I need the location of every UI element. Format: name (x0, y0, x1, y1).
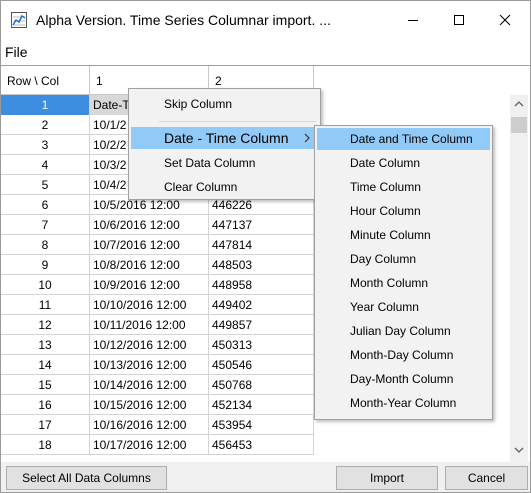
row-number-cell[interactable]: 18 (1, 435, 90, 455)
submenu-item[interactable]: Date Column (317, 152, 490, 174)
row-number-cell[interactable]: 4 (1, 155, 90, 175)
menu-item-set-data-column[interactable]: Set Data Column (131, 152, 318, 174)
maximize-icon (454, 15, 464, 25)
col-1-cell[interactable]: 10/14/2016 12:00 (90, 375, 209, 395)
row-number-cell[interactable]: 10 (1, 275, 90, 295)
submenu-item[interactable]: Hour Column (317, 200, 490, 222)
col-2-cell[interactable]: 449402 (209, 295, 314, 315)
table-row[interactable]: 10 10/9/2016 12:00 448958 (1, 275, 314, 295)
row-number-cell[interactable]: 1 (1, 95, 90, 115)
col-1-cell[interactable]: 10/8/2016 12:00 (90, 255, 209, 275)
submenu-item[interactable]: Day Column (317, 248, 490, 270)
col-2-cell[interactable]: 447137 (209, 215, 314, 235)
table-row[interactable]: 15 10/14/2016 12:00 450768 (1, 375, 314, 395)
col-1-cell[interactable]: 10/10/2016 12:00 (90, 295, 209, 315)
button-bar: Select All Data Columns Import Cancel (1, 462, 530, 492)
col-1-cell[interactable]: 10/7/2016 12:00 (90, 235, 209, 255)
close-icon (499, 14, 511, 26)
menu-item-date-time-column[interactable]: Date - Time Column (131, 127, 318, 149)
menu-bar: File (1, 39, 530, 65)
row-number-cell[interactable]: 13 (1, 335, 90, 355)
header-row-col: Row \ Col (1, 66, 90, 95)
row-number-cell[interactable]: 14 (1, 355, 90, 375)
submenu-item[interactable]: Day-Month Column (317, 368, 490, 390)
col-2-cell[interactable]: 448503 (209, 255, 314, 275)
title-bar[interactable]: Alpha Version. Time Series Columnar impo… (1, 1, 530, 39)
submenu-item[interactable]: Minute Column (317, 224, 490, 246)
col-2-cell[interactable]: 450768 (209, 375, 314, 395)
row-number-cell[interactable]: 3 (1, 135, 90, 155)
row-number-cell[interactable]: 7 (1, 215, 90, 235)
submenu-item[interactable]: Date and Time Column (317, 128, 490, 150)
col-2-cell[interactable]: 447814 (209, 235, 314, 255)
submenu-item[interactable]: Year Column (317, 296, 490, 318)
table-row[interactable]: 12 10/11/2016 12:00 449857 (1, 315, 314, 335)
menu-item-clear-column[interactable]: Clear Column (131, 176, 318, 198)
menu-item-label: Date - Time Column (164, 130, 289, 146)
menu-separator (159, 121, 316, 122)
col-1-cell[interactable]: 10/16/2016 12:00 (90, 415, 209, 435)
table-row[interactable]: 8 10/7/2016 12:00 447814 (1, 235, 314, 255)
scroll-thumb[interactable] (511, 117, 527, 133)
col-1-cell[interactable]: 10/13/2016 12:00 (90, 355, 209, 375)
minimize-icon (408, 20, 418, 21)
row-number-cell[interactable]: 11 (1, 295, 90, 315)
col-1-cell[interactable]: 10/17/2016 12:00 (90, 435, 209, 455)
table-row[interactable]: 11 10/10/2016 12:00 449402 (1, 295, 314, 315)
window-title: Alpha Version. Time Series Columnar impo… (36, 12, 331, 28)
col-2-cell[interactable]: 448958 (209, 275, 314, 295)
select-all-data-columns-button[interactable]: Select All Data Columns (6, 466, 167, 490)
submenu-item[interactable]: Julian Day Column (317, 320, 490, 342)
table-row[interactable]: 14 10/13/2016 12:00 450546 (1, 355, 314, 375)
submenu-item[interactable]: Month Column (317, 272, 490, 294)
table-row[interactable]: 13 10/12/2016 12:00 450313 (1, 335, 314, 355)
col-2-cell[interactable]: 453954 (209, 415, 314, 435)
col-2-cell[interactable]: 456453 (209, 435, 314, 455)
col-1-cell[interactable]: 10/11/2016 12:00 (90, 315, 209, 335)
submenu-item[interactable]: Month-Day Column (317, 344, 490, 366)
row-number-cell[interactable]: 9 (1, 255, 90, 275)
close-button[interactable] (482, 1, 528, 39)
row-number-cell[interactable]: 12 (1, 315, 90, 335)
col-2-cell[interactable]: 450546 (209, 355, 314, 375)
chevron-right-icon (304, 133, 310, 143)
vertical-scrollbar[interactable] (510, 95, 528, 462)
row-number-cell[interactable]: 6 (1, 195, 90, 215)
menu-item-skip-column[interactable]: Skip Column (131, 93, 318, 115)
row-number-cell[interactable]: 15 (1, 375, 90, 395)
import-button[interactable]: Import (336, 466, 438, 490)
col-1-cell[interactable]: 10/15/2016 12:00 (90, 395, 209, 415)
row-number-cell[interactable]: 2 (1, 115, 90, 135)
table-row[interactable]: 18 10/17/2016 12:00 456453 (1, 435, 314, 455)
maximize-button[interactable] (436, 1, 482, 39)
column-context-menu: Skip Column Date - Time Column Set Data … (128, 88, 321, 200)
row-number-cell[interactable]: 17 (1, 415, 90, 435)
import-window: Alpha Version. Time Series Columnar impo… (0, 0, 531, 493)
submenu-item[interactable]: Time Column (317, 176, 490, 198)
minimize-button[interactable] (390, 1, 436, 39)
col-1-cell[interactable]: 10/12/2016 12:00 (90, 335, 209, 355)
row-number-cell[interactable]: 16 (1, 395, 90, 415)
chart-app-icon (11, 12, 27, 28)
col-2-cell[interactable]: 450313 (209, 335, 314, 355)
submenu-item[interactable]: Month-Year Column (317, 392, 490, 414)
scroll-down-icon[interactable] (514, 447, 524, 453)
col-1-cell[interactable]: 10/6/2016 12:00 (90, 215, 209, 235)
table-row[interactable]: 17 10/16/2016 12:00 453954 (1, 415, 314, 435)
table-row[interactable]: 7 10/6/2016 12:00 447137 (1, 215, 314, 235)
table-row[interactable]: 9 10/8/2016 12:00 448503 (1, 255, 314, 275)
row-number-cell[interactable]: 5 (1, 175, 90, 195)
row-number-cell[interactable]: 8 (1, 235, 90, 255)
col-2-cell[interactable]: 452134 (209, 395, 314, 415)
scroll-up-icon[interactable] (514, 101, 524, 107)
table-row[interactable]: 16 10/15/2016 12:00 452134 (1, 395, 314, 415)
date-time-submenu: Date and Time Column Date Column Time Colu… (314, 125, 493, 420)
col-2-cell[interactable]: 449857 (209, 315, 314, 335)
col-1-cell[interactable]: 10/9/2016 12:00 (90, 275, 209, 295)
menu-file[interactable]: File (5, 44, 28, 60)
cancel-button[interactable]: Cancel (445, 466, 528, 490)
